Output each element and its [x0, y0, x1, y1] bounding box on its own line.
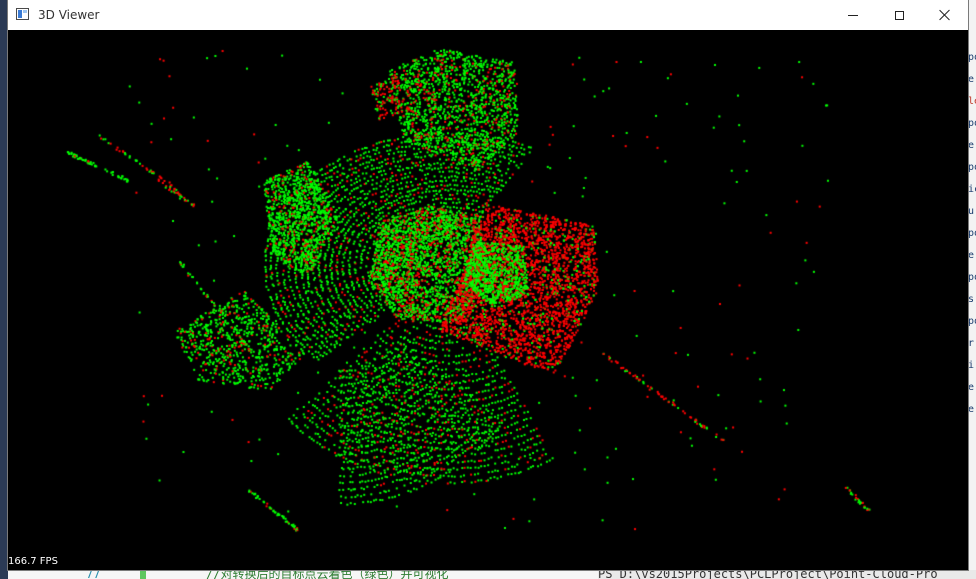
background-editor-left-edge: [0, 0, 8, 579]
maximize-button[interactable]: [876, 0, 922, 30]
editor-comment-line: //对转换后的目标点云着色（绿色）并可视化: [206, 570, 449, 579]
background-code-token: e: [968, 74, 975, 85]
editor-line-number: 77: [86, 570, 101, 579]
background-code-token: e: [968, 250, 975, 261]
terminal-prompt: PS D:\vs2015Projects\PCLProject\Point-Cl…: [598, 570, 938, 579]
fps-counter: 166.7 FPS: [8, 556, 58, 567]
background-code-token: po: [968, 52, 976, 63]
minimize-button[interactable]: [830, 0, 876, 30]
background-code-token: s: [968, 294, 975, 305]
background-code-token: e: [968, 140, 975, 151]
background-code-token: po: [968, 118, 976, 129]
3d-render-viewport[interactable]: 166.7 FPS: [8, 30, 968, 570]
background-editor-right-edge: poelepoepoicupoeposporiee: [968, 0, 976, 579]
viewer-window: 3D Viewer 166.7 FPS: [8, 0, 968, 570]
background-code-token: e: [968, 382, 975, 393]
background-code-token: u: [968, 206, 975, 217]
background-code-token: ic: [968, 184, 976, 195]
background-code-token: po: [968, 228, 976, 239]
maximize-icon: [894, 10, 904, 20]
background-code-token: po: [968, 316, 976, 327]
close-icon: [939, 9, 951, 21]
background-code-token: po: [968, 162, 976, 173]
point-cloud-canvas[interactable]: [8, 30, 968, 570]
background-terminal: PS D:\vs2015Projects\PCLProject\Point-Cl…: [598, 570, 976, 579]
background-code-token: r: [968, 338, 975, 349]
app-window-icon: [16, 8, 29, 20]
window-title: 3D Viewer: [38, 8, 100, 22]
close-button[interactable]: [922, 0, 968, 30]
background-code-tokens: poelepoepoicupoeposporiee: [968, 52, 976, 426]
title-bar[interactable]: 3D Viewer: [8, 0, 968, 30]
editor-change-marker: [140, 570, 146, 579]
background-code-token: po: [968, 272, 976, 283]
background-code-token: i: [968, 360, 975, 371]
background-code-editor: 77 //对转换后的目标点云着色（绿色）并可视化: [8, 570, 598, 579]
background-code-token: le: [968, 96, 976, 107]
minimize-icon: [848, 14, 858, 16]
background-code-token: e: [968, 404, 975, 415]
